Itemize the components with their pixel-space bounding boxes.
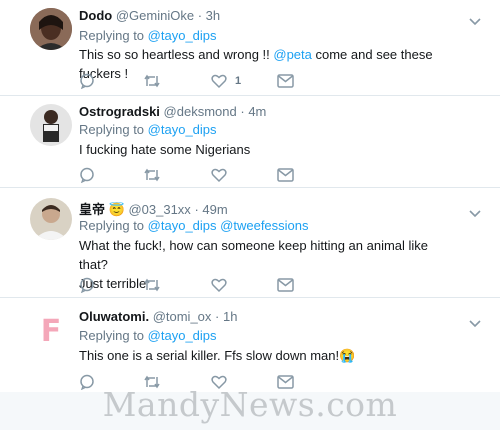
dm-button[interactable] [277, 72, 294, 90]
retweet-icon [144, 74, 160, 88]
reply-button[interactable] [79, 72, 95, 90]
display-name[interactable]: Dodo [79, 8, 112, 23]
timestamp[interactable]: 1h [223, 309, 237, 324]
chevron-down-icon[interactable] [469, 315, 481, 328]
timestamp[interactable]: 4m [248, 104, 266, 119]
replying-to: Replying to @tayo_dips [79, 122, 217, 137]
tweet-actions [79, 276, 379, 294]
replying-to-label: Replying to [79, 218, 145, 233]
display-name[interactable]: Ostrogradski [79, 104, 160, 119]
replying-to: Replying to @tayo_dips @tweefessions [79, 218, 309, 233]
avatar-letter: F [40, 313, 62, 349]
reply-icon [80, 277, 94, 293]
avatar[interactable] [30, 8, 72, 50]
tweet-text-part: This one is a serial killer. Ffs slow do… [79, 348, 340, 363]
replying-to-label: Replying to [79, 328, 145, 343]
tweet[interactable]: F Oluwatomi. @tomi_ox · 1h Replying to @… [0, 298, 500, 392]
replying-to: Replying to @tayo_dips [79, 328, 217, 343]
tweet-text: This one is a serial killer. Ffs slow do… [79, 346, 439, 365]
retweet-icon [144, 168, 160, 182]
retweet-icon [144, 278, 160, 292]
dm-icon [277, 278, 294, 292]
like-button[interactable] [211, 276, 227, 294]
tweet-header: Ostrogradski @deksmond · 4m [79, 104, 266, 119]
dm-button[interactable] [277, 166, 294, 184]
reply-button[interactable] [79, 276, 95, 294]
avatar[interactable] [30, 198, 72, 240]
reply-icon [80, 73, 94, 89]
name-emoji: 😇 [108, 202, 125, 217]
watermark: MandyNews.com [102, 385, 398, 424]
replying-to-label: Replying to [79, 28, 145, 43]
chevron-down-icon[interactable] [469, 13, 481, 26]
separator: · [197, 8, 203, 23]
separator: · [194, 202, 199, 217]
mention-link[interactable]: @peta [273, 47, 312, 62]
tweet-header: Dodo @GeminiOke · 3h [79, 8, 220, 23]
separator: · [240, 104, 245, 119]
like-icon [211, 168, 227, 183]
user-handle[interactable]: @GeminiOke [116, 8, 194, 23]
tweet-header: Oluwatomi. @tomi_ox · 1h [79, 309, 237, 324]
avatar-photo [30, 104, 72, 146]
dm-icon [277, 168, 294, 182]
user-handle[interactable]: @deksmond [164, 104, 237, 119]
timestamp[interactable]: 49m [202, 202, 227, 217]
avatar[interactable] [30, 104, 72, 146]
reply-mention[interactable]: @tayo_dips [148, 28, 217, 43]
like-button[interactable]: 1 [211, 72, 241, 90]
tweet-text: I fucking hate some Nigerians [79, 142, 251, 157]
user-handle[interactable]: @tomi_ox [153, 309, 212, 324]
tweet-actions: 1 [79, 72, 379, 90]
retweet-button[interactable] [143, 72, 161, 90]
reply-mention[interactable]: @tayo_dips [148, 218, 217, 233]
replying-to-label: Replying to [79, 122, 145, 137]
reply-mention[interactable]: @tayo_dips [148, 328, 217, 343]
tweet-header: 皇帝 😇 @03_31xx · 49m [79, 199, 228, 218]
dm-icon [277, 74, 294, 88]
reply-mention[interactable]: @tweefessions [220, 218, 308, 233]
avatar-photo [30, 8, 72, 50]
crying-emoji: 😭 [339, 348, 356, 363]
display-name[interactable]: Oluwatomi. [79, 309, 149, 324]
user-handle[interactable]: @03_31xx [128, 202, 190, 217]
tweet-text-line: What the fuck!, how can someone keep hit… [79, 238, 429, 272]
tweet[interactable]: Ostrogradski @deksmond · 4m Replying to … [0, 96, 500, 188]
separator: · [215, 309, 220, 324]
reply-button[interactable] [79, 166, 95, 184]
retweet-button[interactable] [143, 276, 161, 294]
replying-to: Replying to @tayo_dips [79, 28, 217, 43]
avatar[interactable]: F [30, 310, 72, 352]
reply-icon [80, 167, 94, 183]
chevron-down-icon[interactable] [469, 205, 481, 218]
like-button[interactable] [211, 166, 227, 184]
like-count: 1 [235, 75, 242, 87]
display-name[interactable]: 皇帝 [79, 202, 105, 217]
tweet[interactable]: Dodo @GeminiOke · 3h Replying to @tayo_d… [0, 0, 500, 96]
reply-mention[interactable]: @tayo_dips [148, 122, 217, 137]
tweet[interactable]: 皇帝 😇 @03_31xx · 49m Replying to @tayo_di… [0, 188, 500, 298]
retweet-button[interactable] [143, 166, 161, 184]
tweet-actions [79, 166, 379, 184]
tweet-text-part: This so so heartless and wrong !! [79, 47, 274, 62]
avatar-photo [30, 198, 72, 240]
like-icon [211, 278, 227, 293]
timestamp[interactable]: 3h [206, 8, 220, 23]
like-icon [211, 74, 227, 89]
dm-button[interactable] [277, 276, 294, 294]
